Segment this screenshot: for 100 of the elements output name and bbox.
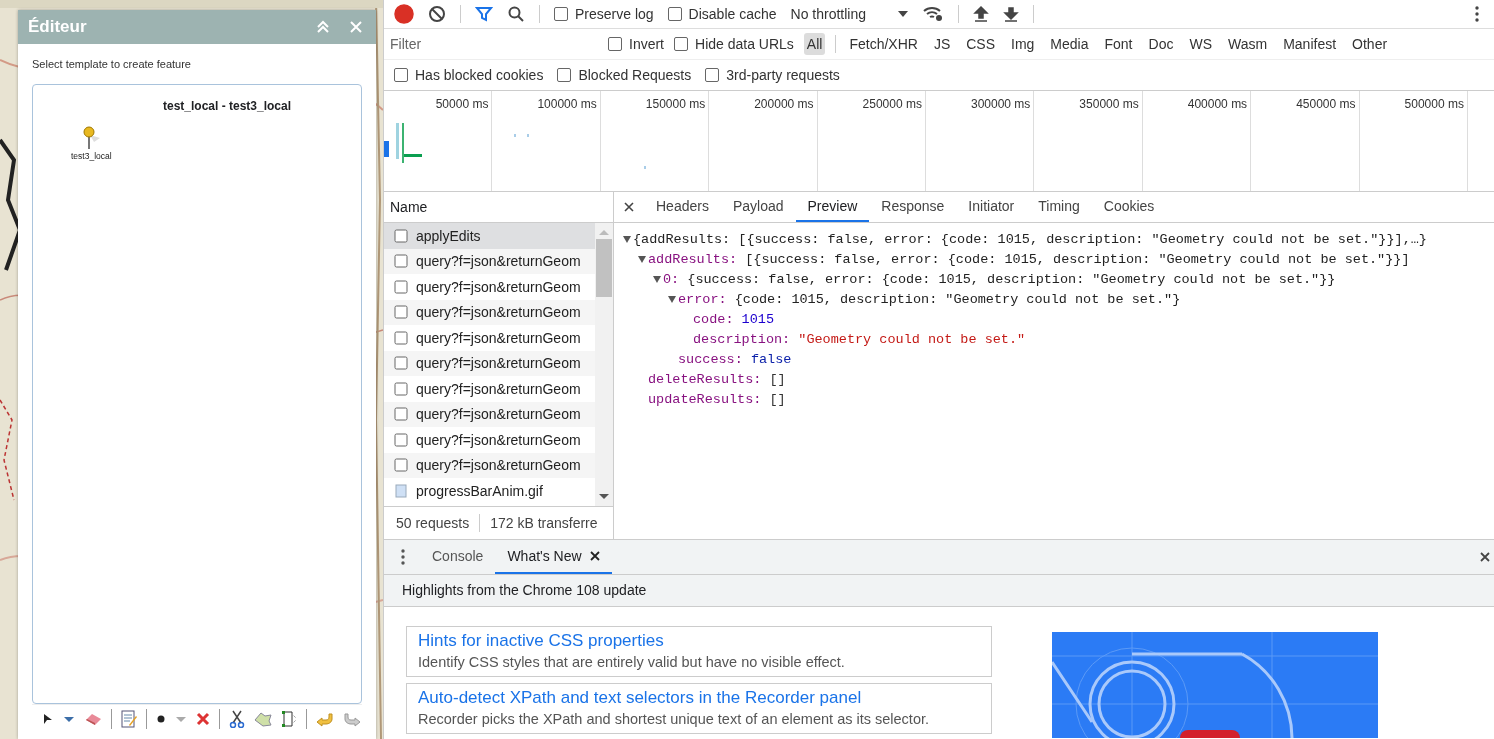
scrollbar-thumb[interactable] — [596, 239, 612, 297]
type-filter-button[interactable]: Other — [1349, 33, 1391, 55]
json-entry: addResults: [{success: false, error: {code: 1015, description: "Geometry could not be set."}}] — [648, 251, 1410, 267]
request-name: query?f=json&returnGeom — [416, 329, 581, 346]
download-icon[interactable] — [1003, 5, 1019, 23]
request-name: query?f=json&returnGeom — [416, 431, 581, 448]
close-icon[interactable] — [589, 551, 600, 561]
document-icon — [394, 381, 408, 396]
request-row[interactable]: query?f=json&returnGeom — [384, 376, 595, 402]
request-name: query?f=json&returnGeom — [416, 304, 581, 321]
request-name: query?f=json&returnGeom — [416, 457, 581, 474]
panel-tab[interactable]: Headers — [644, 192, 721, 222]
more-options-icon[interactable] — [1474, 5, 1480, 23]
eraser-icon[interactable] — [84, 712, 102, 726]
json-entry: deleteResults: [] — [648, 371, 786, 387]
timeline-tick-label: 100000 ms — [537, 97, 597, 111]
request-row[interactable]: query?f=json&returnGeom — [384, 274, 595, 300]
type-filter-button[interactable]: Font — [1101, 33, 1136, 55]
checkbox[interactable]: Has blocked cookies — [394, 67, 544, 83]
template-item[interactable]: test3_local — [69, 123, 114, 163]
expand-arrow-icon[interactable] — [622, 234, 632, 244]
type-filter-button[interactable]: Media — [1047, 33, 1092, 55]
request-row[interactable]: query?f=json&returnGeom — [384, 248, 595, 274]
timeline-tick-label: 50000 ms — [435, 97, 489, 111]
checkbox[interactable]: Invert — [608, 36, 664, 52]
panel-tab[interactable]: Timing — [1026, 192, 1092, 222]
request-row[interactable]: query?f=json&returnGeom — [384, 427, 595, 453]
feature-description: Recorder picks the XPath and shortest unique text of an element as its selector. — [418, 711, 930, 727]
filter-icon[interactable] — [475, 5, 493, 23]
checkbox[interactable]: Preserve log — [554, 6, 654, 22]
checkbox[interactable]: 3rd-party requests — [705, 67, 840, 83]
document-icon — [394, 228, 408, 243]
pointer-icon[interactable] — [42, 713, 54, 725]
checkbox[interactable]: Disable cache — [667, 6, 777, 22]
json-entry: description: "Geometry could not be set." — [693, 331, 1026, 347]
document-icon — [394, 305, 408, 320]
type-filter-button[interactable]: Manifest — [1280, 33, 1340, 55]
type-filter-button[interactable]: Img — [1008, 33, 1038, 55]
json-entry: success: false — [678, 351, 792, 367]
feature-link[interactable]: Hints for inactive CSS properties — [418, 631, 980, 651]
expand-arrow-icon[interactable] — [667, 294, 677, 304]
request-row[interactable]: query?f=json&returnGeom — [384, 350, 595, 376]
type-filter-button[interactable]: Doc — [1145, 33, 1177, 55]
delete-icon[interactable] — [196, 712, 210, 726]
type-filter-button[interactable]: JS — [930, 33, 954, 55]
scissors-icon[interactable] — [229, 710, 245, 728]
panel-tab[interactable]: Cookies — [1091, 192, 1167, 222]
clear-icon[interactable] — [428, 5, 446, 23]
scroll-down-arrow-icon[interactable] — [599, 494, 609, 500]
type-filter-button[interactable]: All — [803, 33, 826, 55]
feature-link[interactable]: Auto-detect XPath and text selectors in the Recorder panel — [418, 688, 980, 708]
panel-tab[interactable]: Response — [869, 192, 957, 222]
json-entry: error: {code: 1015, description: "Geometry could not be set."} — [678, 291, 1181, 307]
request-row[interactable]: applyEdits — [384, 223, 595, 249]
feature-description: Identify CSS styles that are entirely valid but have no visible effect. — [418, 654, 846, 670]
request-name: query?f=json&returnGeom — [416, 253, 581, 270]
request-row[interactable]: query?f=json&returnGeom — [384, 401, 595, 427]
type-filter-button[interactable]: Wasm — [1225, 33, 1271, 55]
close-icon[interactable] — [1480, 552, 1490, 562]
upload-icon[interactable] — [973, 5, 989, 23]
request-row[interactable]: query?f=json&returnGeom — [384, 325, 595, 351]
timeline-tick-label: 400000 ms — [1187, 97, 1248, 111]
document-icon — [394, 254, 408, 269]
request-row[interactable]: query?f=json&returnGeom — [384, 299, 595, 325]
timeline-tick-label: 500000 ms — [1404, 97, 1464, 111]
timeline-tick-label: 300000 ms — [970, 97, 1031, 111]
reshape-icon[interactable] — [254, 711, 272, 727]
point-icon[interactable] — [156, 714, 166, 724]
checkbox[interactable]: Hide data URLs — [674, 36, 794, 52]
expand-arrow-icon[interactable] — [652, 274, 662, 284]
request-name: query?f=json&returnGeom — [416, 380, 581, 397]
request-row[interactable]: progressBarAnim.gif — [384, 478, 595, 504]
document-icon — [394, 356, 408, 371]
group-title: test_local - test3_local — [161, 99, 293, 113]
request-name: query?f=json&returnGeom — [416, 406, 581, 423]
panel-tab[interactable]: Payload — [720, 192, 796, 222]
request-name: progressBarAnim.gif — [416, 482, 543, 499]
type-filter-button[interactable]: Fetch/XHR — [846, 33, 921, 55]
type-filter-button[interactable]: CSS — [963, 33, 998, 55]
type-filter-button[interactable]: WS — [1186, 33, 1215, 55]
scrollbar[interactable] — [595, 223, 613, 506]
document-icon — [394, 458, 408, 473]
panel-title: Éditeur — [28, 17, 88, 37]
search-icon[interactable] — [507, 5, 525, 23]
checkbox[interactable]: Blocked Requests — [557, 67, 692, 83]
throttling-dropdown[interactable]: No throttling — [790, 6, 908, 22]
panel-tab[interactable]: Initiator — [956, 192, 1027, 222]
expand-arrow-icon[interactable] — [637, 254, 647, 264]
transfer-size: 172 kB transferre — [490, 515, 598, 531]
more-options-icon[interactable] — [400, 548, 406, 566]
json-entry: 0: {success: false, error: {code: 1015, description: "Geometry could not be set."}} — [663, 271, 1336, 287]
network-settings-icon[interactable] — [922, 5, 944, 23]
vertices-icon[interactable] — [281, 710, 297, 728]
json-entry: updateResults: [] — [648, 391, 786, 407]
request-row[interactable]: query?f=json&returnGeom — [384, 452, 595, 478]
timeline-tick-label: 350000 ms — [1079, 97, 1139, 111]
drawer-tab[interactable]: Console — [420, 540, 496, 574]
record-button[interactable] — [394, 4, 414, 24]
panel-tab[interactable]: Preview — [795, 192, 870, 222]
close-icon[interactable] — [624, 202, 634, 212]
